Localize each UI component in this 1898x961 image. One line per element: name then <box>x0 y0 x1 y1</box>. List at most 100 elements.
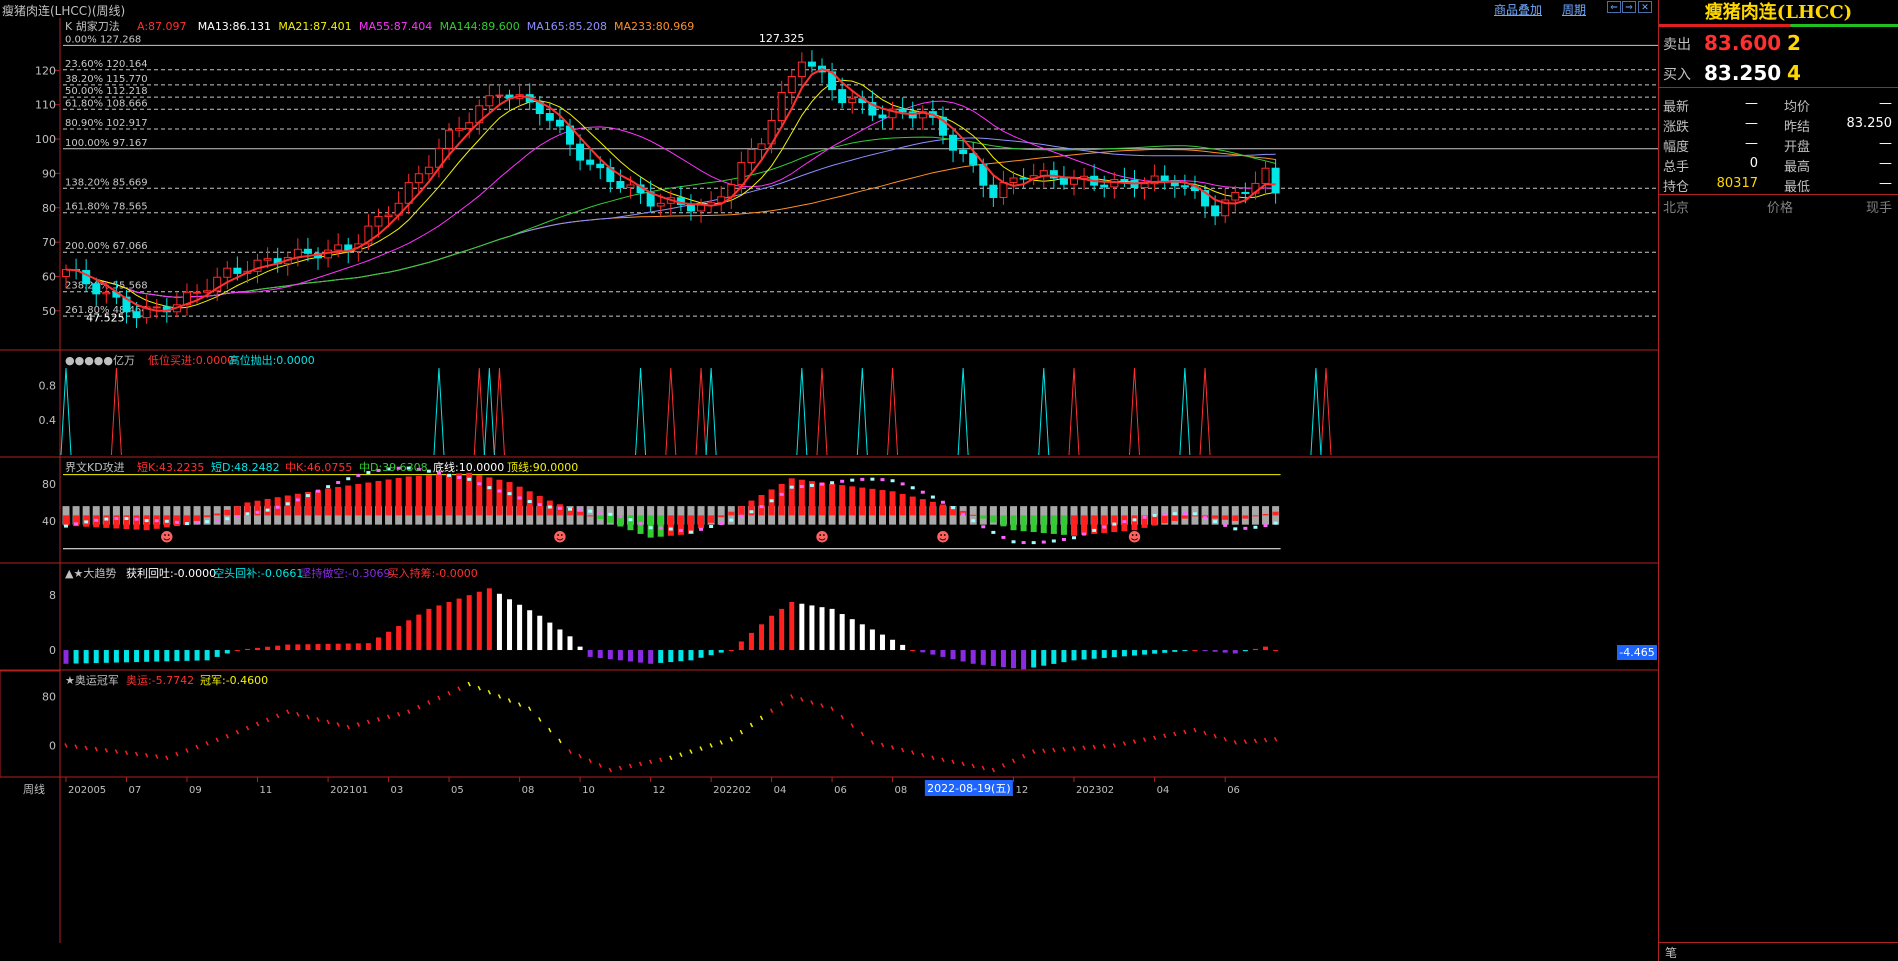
olympic-dot <box>144 752 149 758</box>
kd-dot <box>447 473 452 477</box>
candle-body <box>1180 185 1189 188</box>
kd-dot <box>124 516 129 520</box>
trend-bar <box>204 650 210 661</box>
buy-volume: 4 <box>1787 61 1801 85</box>
shrink-button[interactable]: ⇐ <box>1607 1 1621 13</box>
kd-dot <box>356 473 361 477</box>
olympic-dot <box>1253 738 1258 744</box>
trend-bar <box>476 591 482 651</box>
sell-volume: 2 <box>1787 31 1801 55</box>
x-tick-label: 08 <box>895 785 908 796</box>
candle-body <box>102 291 111 295</box>
trend-bar <box>244 648 250 651</box>
kd-bar <box>1262 514 1269 516</box>
buy-spike <box>1128 367 1140 456</box>
x-tick-label: 09 <box>189 785 202 796</box>
trend-bar <box>1041 650 1047 666</box>
buy-quote-row: 买入 83.250 4 <box>1659 57 1898 87</box>
legend-item: 奥运:-5.7742 <box>126 673 194 687</box>
kd-dot <box>1203 516 1208 520</box>
kd-dot <box>688 530 693 534</box>
period-link[interactable]: 周期 <box>1562 1 1586 18</box>
trend-bar <box>1091 650 1097 659</box>
trend-bar <box>960 650 966 662</box>
kd-bar <box>919 499 926 516</box>
olympic-dot <box>155 754 159 759</box>
smiley-marker: ☻ <box>553 530 567 545</box>
chart-area[interactable]: 50607080901001101200.00% 127.26823.60% 1… <box>0 18 1658 961</box>
olympic-dot <box>981 765 985 771</box>
smiley-marker: ☻ <box>815 530 829 545</box>
kd-bar <box>1161 515 1168 524</box>
kd-dot <box>507 492 512 496</box>
legend-item: 中D:39.6308 <box>359 461 428 474</box>
kd-dot <box>588 509 593 513</box>
trend-bar <box>940 650 946 657</box>
x-tick-label: 04 <box>1157 785 1170 796</box>
kd-bar <box>577 511 584 516</box>
kd-bar <box>698 515 705 529</box>
kd-dot <box>144 519 149 523</box>
trend-bar <box>1131 650 1137 656</box>
y-tick-label: 80 <box>42 202 56 215</box>
legend-item: 短D:48.2482 <box>211 460 280 474</box>
kd-dot <box>114 516 119 520</box>
olympic-dot <box>225 733 229 739</box>
expand-button[interactable]: ⇒ <box>1622 1 1636 13</box>
olympic-dot <box>1082 745 1086 751</box>
sell-spike <box>1310 367 1322 456</box>
kd-bar <box>1071 515 1077 536</box>
trend-bar <box>144 650 150 662</box>
buy-spike <box>816 367 828 456</box>
olympic-dot <box>1092 744 1096 750</box>
kd-bar <box>1222 515 1229 520</box>
legend-item: MA55:87.404 <box>359 20 432 33</box>
kd-bar <box>1040 515 1047 533</box>
overlay-link[interactable]: 商品叠加 <box>1494 1 1542 18</box>
kd-dot <box>184 522 189 526</box>
olympic-dot <box>74 744 78 750</box>
kd-bar <box>133 515 140 530</box>
smiley-marker: ☻ <box>1128 530 1142 545</box>
kd-dot <box>305 494 310 498</box>
stat-label: 均价 <box>1784 100 1811 115</box>
divider <box>1659 87 1898 94</box>
stat-value: — <box>1879 136 1892 151</box>
trend-bar <box>396 626 402 651</box>
kd-bar <box>173 515 180 527</box>
candle-body <box>1241 191 1250 194</box>
candle-body <box>1120 179 1129 182</box>
instrument-title: 瘦猪肉连(LHCC) <box>1659 0 1898 27</box>
candle-body <box>999 181 1008 198</box>
trend-bar <box>799 603 805 651</box>
trend-bar <box>759 624 765 651</box>
kd-bar <box>1232 515 1239 521</box>
olympic-dot <box>296 711 300 717</box>
kd-dot <box>1132 518 1137 522</box>
trend-bar <box>1273 650 1279 652</box>
close-button[interactable]: ✕ <box>1638 1 1652 13</box>
candle-body <box>1261 167 1270 184</box>
kd-bar <box>234 506 241 516</box>
olympic-dot <box>1021 753 1026 759</box>
stat-row: 持仓 80317 最低 — <box>1659 174 1898 195</box>
candle-body <box>787 76 796 94</box>
trend-bar <box>325 643 331 651</box>
kd-dot <box>295 498 300 502</box>
kd-bar <box>284 495 291 516</box>
trend-bar <box>890 639 896 651</box>
tick-tab[interactable]: 笔 <box>1665 944 1677 961</box>
trend-bar <box>436 605 442 651</box>
olympic-dot <box>739 729 744 735</box>
sell-spike <box>705 367 717 456</box>
kd-dot <box>84 520 89 524</box>
candle-body <box>1059 177 1068 185</box>
kd-bar <box>63 515 69 526</box>
olympic-dot <box>114 749 119 754</box>
candle-body <box>596 163 605 169</box>
olympic-dot <box>578 753 582 759</box>
volume-column-header: 现手 <box>1865 201 1892 216</box>
stat-row: 幅度 — 开盘 — <box>1659 134 1898 155</box>
kd-bar <box>1212 515 1219 519</box>
fib-label: 23.60% 120.164 <box>65 59 148 70</box>
